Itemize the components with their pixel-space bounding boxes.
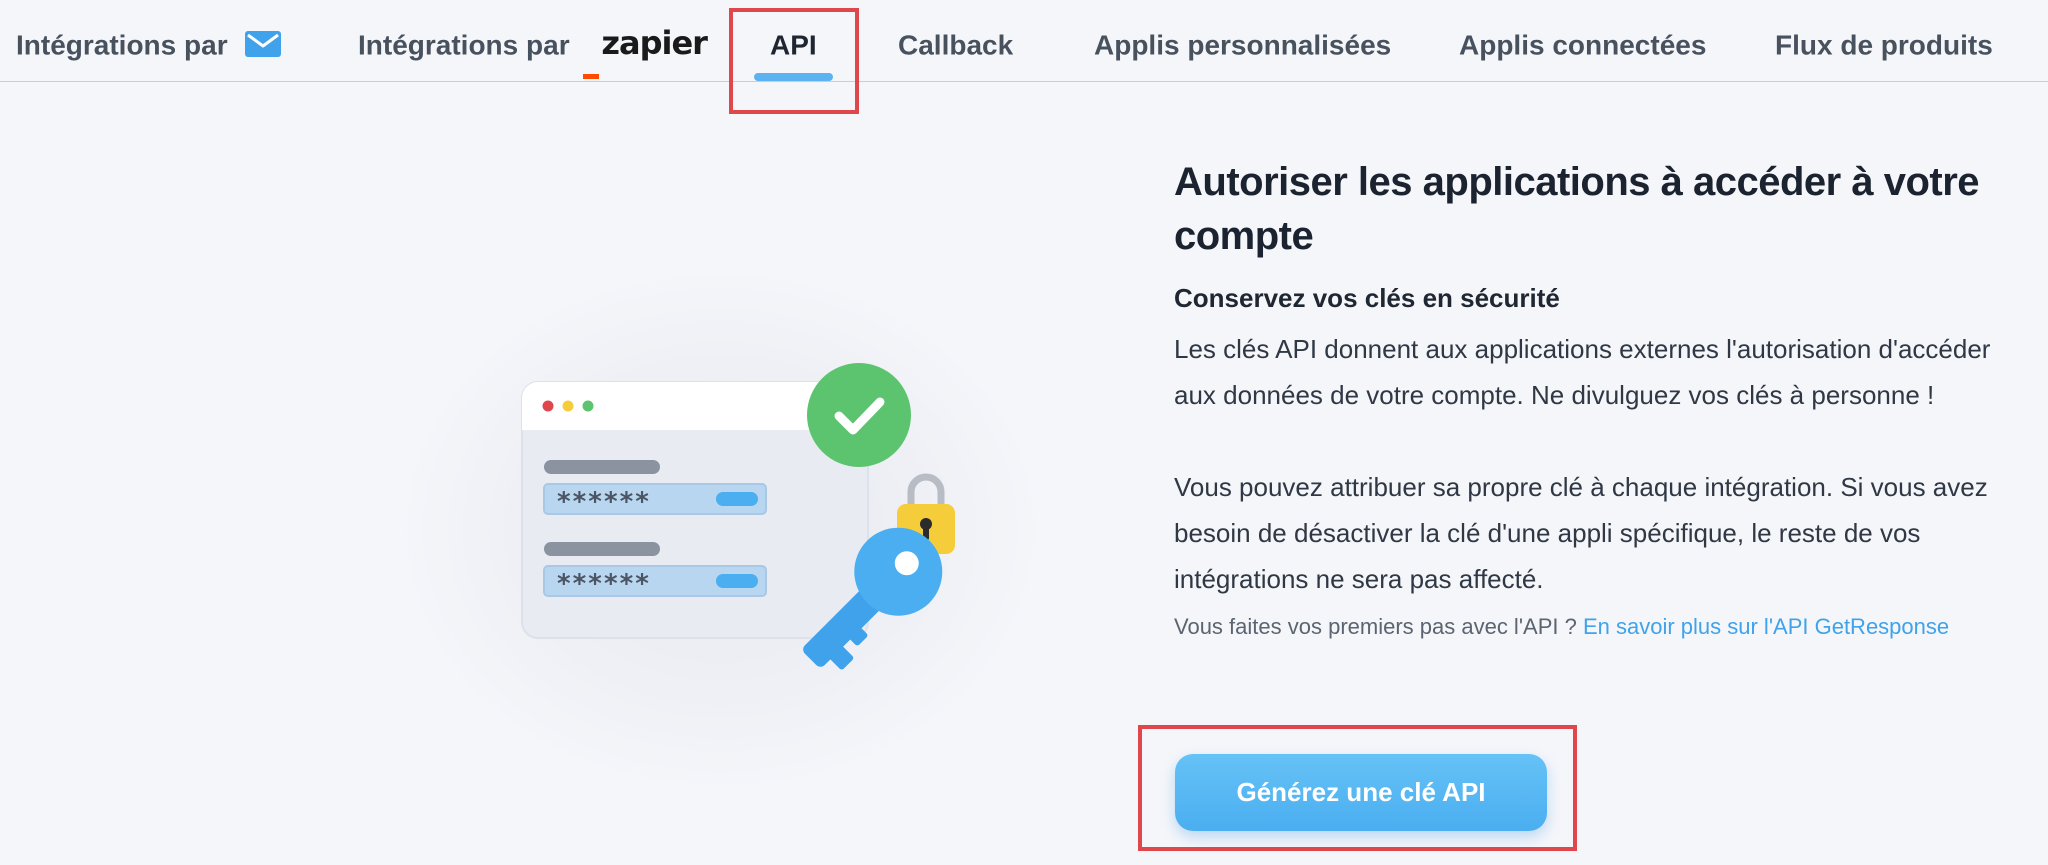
help-line: Vous faites vos premiers pas avec l'API … bbox=[1174, 614, 1994, 640]
tab-callback[interactable]: Callback bbox=[898, 0, 1013, 81]
api-keys-illustration: ****** ****** bbox=[400, 270, 1040, 790]
api-intro-panel: Autoriser les applications à accéder à v… bbox=[1174, 155, 1994, 640]
checkmark-icon bbox=[807, 363, 911, 467]
password-mask-1: ****** bbox=[556, 487, 650, 517]
envelope-icon bbox=[245, 30, 282, 57]
tab-connected-apps[interactable]: Applis connectées bbox=[1459, 0, 1706, 81]
illustration-svg: ****** ****** bbox=[521, 363, 955, 670]
tab-label: Intégrations par bbox=[358, 29, 570, 61]
integration-tab-bar: Intégrations par Intégrations par zapier… bbox=[0, 0, 2048, 82]
help-text: Vous faites vos premiers pas avec l'API … bbox=[1174, 614, 1577, 639]
tab-custom-apps[interactable]: Applis personnalisées bbox=[1094, 0, 1391, 81]
tab-label: Callback bbox=[898, 29, 1014, 61]
tab-label: Intégrations par bbox=[16, 29, 228, 61]
tab-api[interactable]: API bbox=[754, 0, 833, 81]
tab-label: Flux de produits bbox=[1775, 29, 1993, 61]
zapier-logo: zapier bbox=[583, 0, 708, 87]
tab-integrations-getresponse[interactable]: Intégrations par bbox=[16, 0, 282, 81]
generate-api-key-button[interactable]: Générez une clé API bbox=[1175, 754, 1547, 831]
page-title: Autoriser les applications à accéder à v… bbox=[1174, 160, 1980, 258]
tab-label: API bbox=[770, 29, 817, 61]
active-tab-indicator bbox=[754, 73, 833, 81]
learn-more-api-link[interactable]: En savoir plus sur l'API GetResponse bbox=[1583, 614, 1949, 639]
password-mask-2: ****** bbox=[556, 569, 650, 599]
description-paragraph-2: Vous pouvez attribuer sa propre clé à ch… bbox=[1174, 472, 1988, 594]
tab-integrations-zapier[interactable]: Intégrations par zapier bbox=[358, 0, 708, 81]
tab-label: Applis connectées bbox=[1459, 29, 1707, 61]
tab-product-feeds[interactable]: Flux de produits bbox=[1775, 0, 1993, 81]
description-paragraph-1: Les clés API donnent aux applications ex… bbox=[1174, 334, 1991, 410]
section-subtitle: Conservez vos clés en sécurité bbox=[1174, 283, 1560, 313]
tab-label: Applis personnalisées bbox=[1094, 29, 1392, 61]
